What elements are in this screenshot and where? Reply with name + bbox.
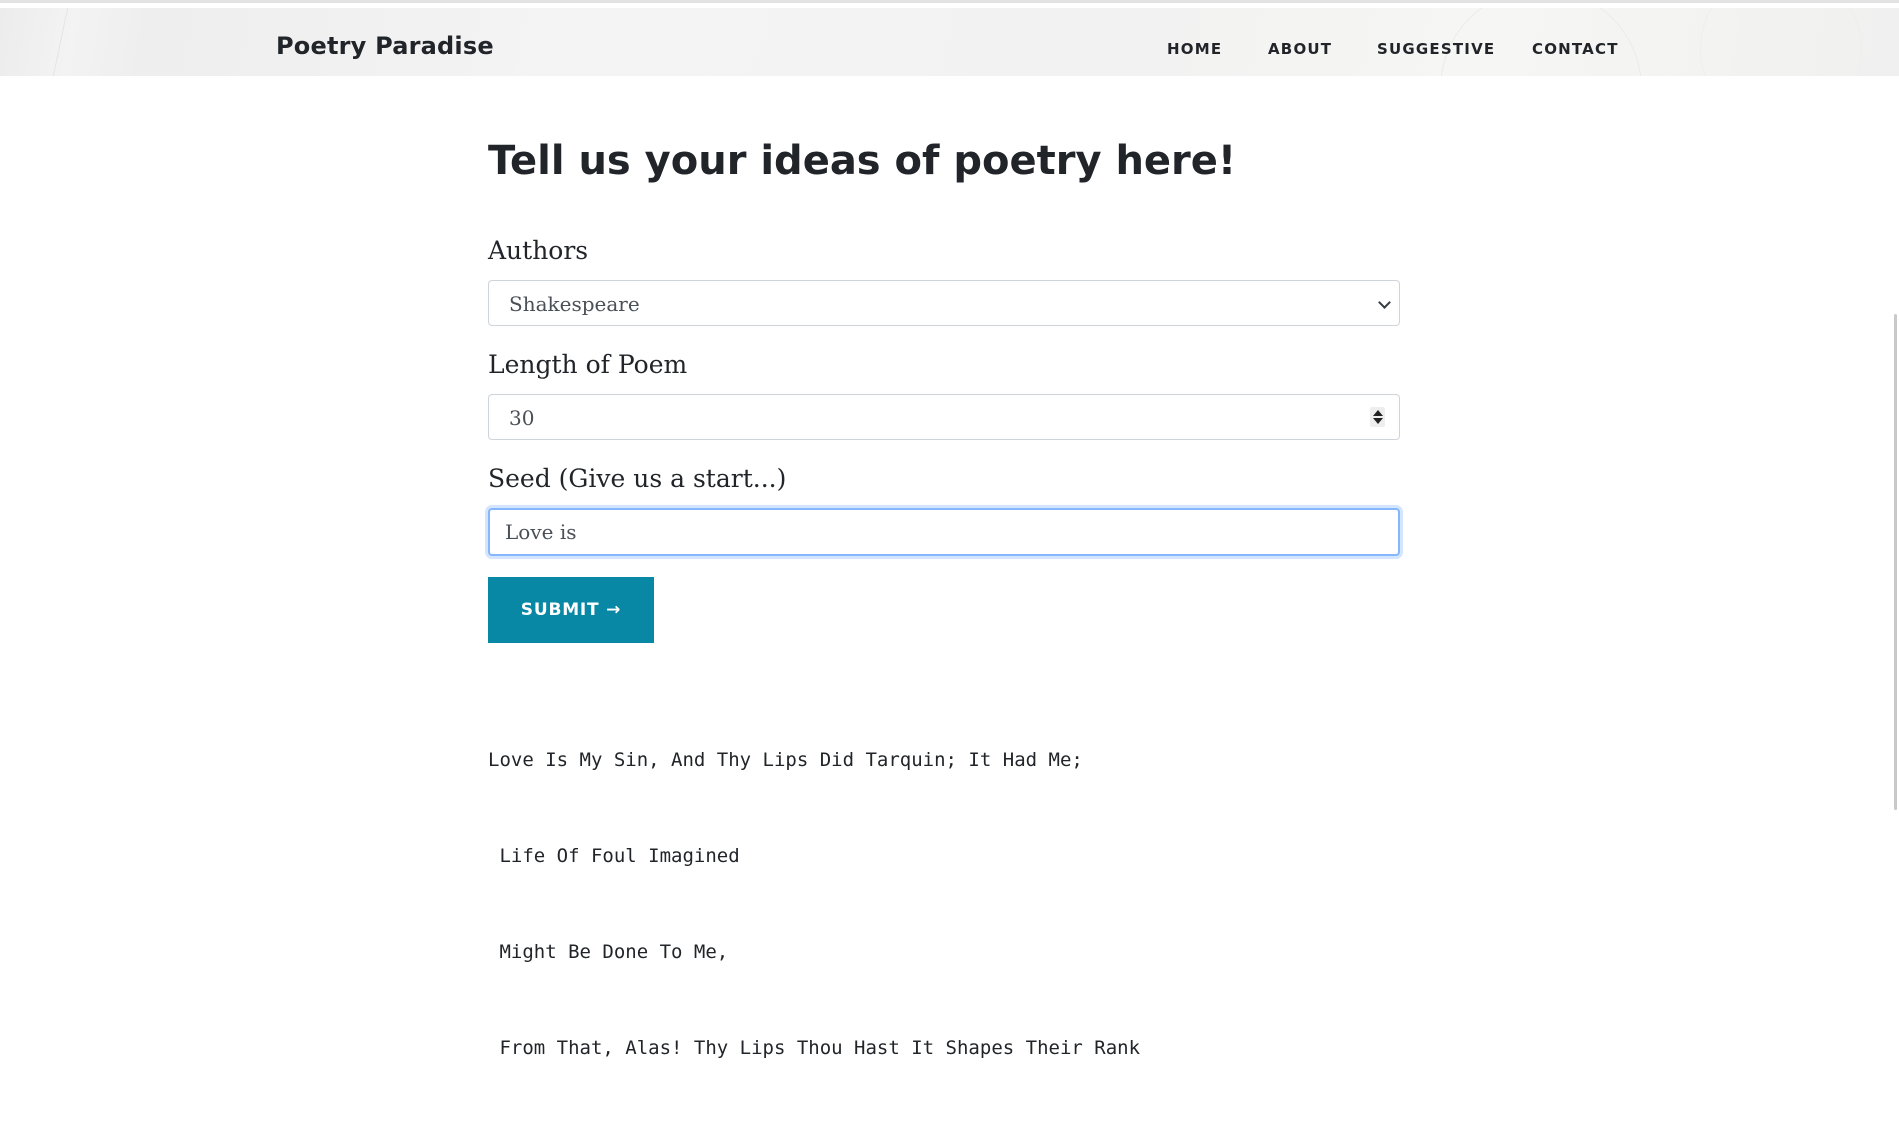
seed-input-value: Love is <box>505 520 577 544</box>
tab-strip <box>0 0 1899 3</box>
site-brand[interactable]: Poetry Paradise <box>276 32 494 60</box>
generated-poem: Love Is My Sin, And Thy Lips Did Tarquin… <box>488 680 1140 1128</box>
header-decoration <box>1700 8 1862 76</box>
poem-line: Love Is My Sin, And Thy Lips Did Tarquin… <box>488 749 1083 771</box>
length-label: Length of Poem <box>488 350 688 379</box>
nav-suggestive[interactable]: SUGGESTIVE <box>1377 40 1495 58</box>
poem-line: From That, Alas! Thy Lips Thou Hast It S… <box>488 1037 1141 1059</box>
authors-select[interactable]: Shakespeare <box>488 280 1400 326</box>
spinner-icon[interactable] <box>1370 407 1385 427</box>
scrollbar-thumb[interactable] <box>1894 314 1897 810</box>
spinner-up-icon[interactable] <box>1373 410 1383 416</box>
navbar: Poetry Paradise HOME ABOUT SUGGESTIVE CO… <box>0 8 1899 76</box>
length-input-value: 30 <box>509 406 535 430</box>
submit-button[interactable]: SUBMIT → <box>488 577 654 643</box>
length-number-input[interactable]: 30 <box>488 394 1400 440</box>
poem-line: Life Of Foul Imagined <box>488 845 740 867</box>
chevron-down-icon <box>1378 296 1391 309</box>
authors-label: Authors <box>488 236 589 265</box>
seed-input[interactable]: Love is <box>488 508 1400 556</box>
page-scrollbar[interactable] <box>1891 76 1899 843</box>
page-title: Tell us your ideas of poetry here! <box>488 138 1237 184</box>
nav-home[interactable]: HOME <box>1167 40 1222 58</box>
poem-line: Might Be Done To Me, <box>488 941 729 963</box>
nav-contact[interactable]: CONTACT <box>1532 40 1619 58</box>
spinner-down-icon[interactable] <box>1373 418 1383 424</box>
seed-label: Seed (Give us a start...) <box>488 464 787 493</box>
authors-select-value: Shakespeare <box>509 292 640 316</box>
nav-about[interactable]: ABOUT <box>1268 40 1332 58</box>
